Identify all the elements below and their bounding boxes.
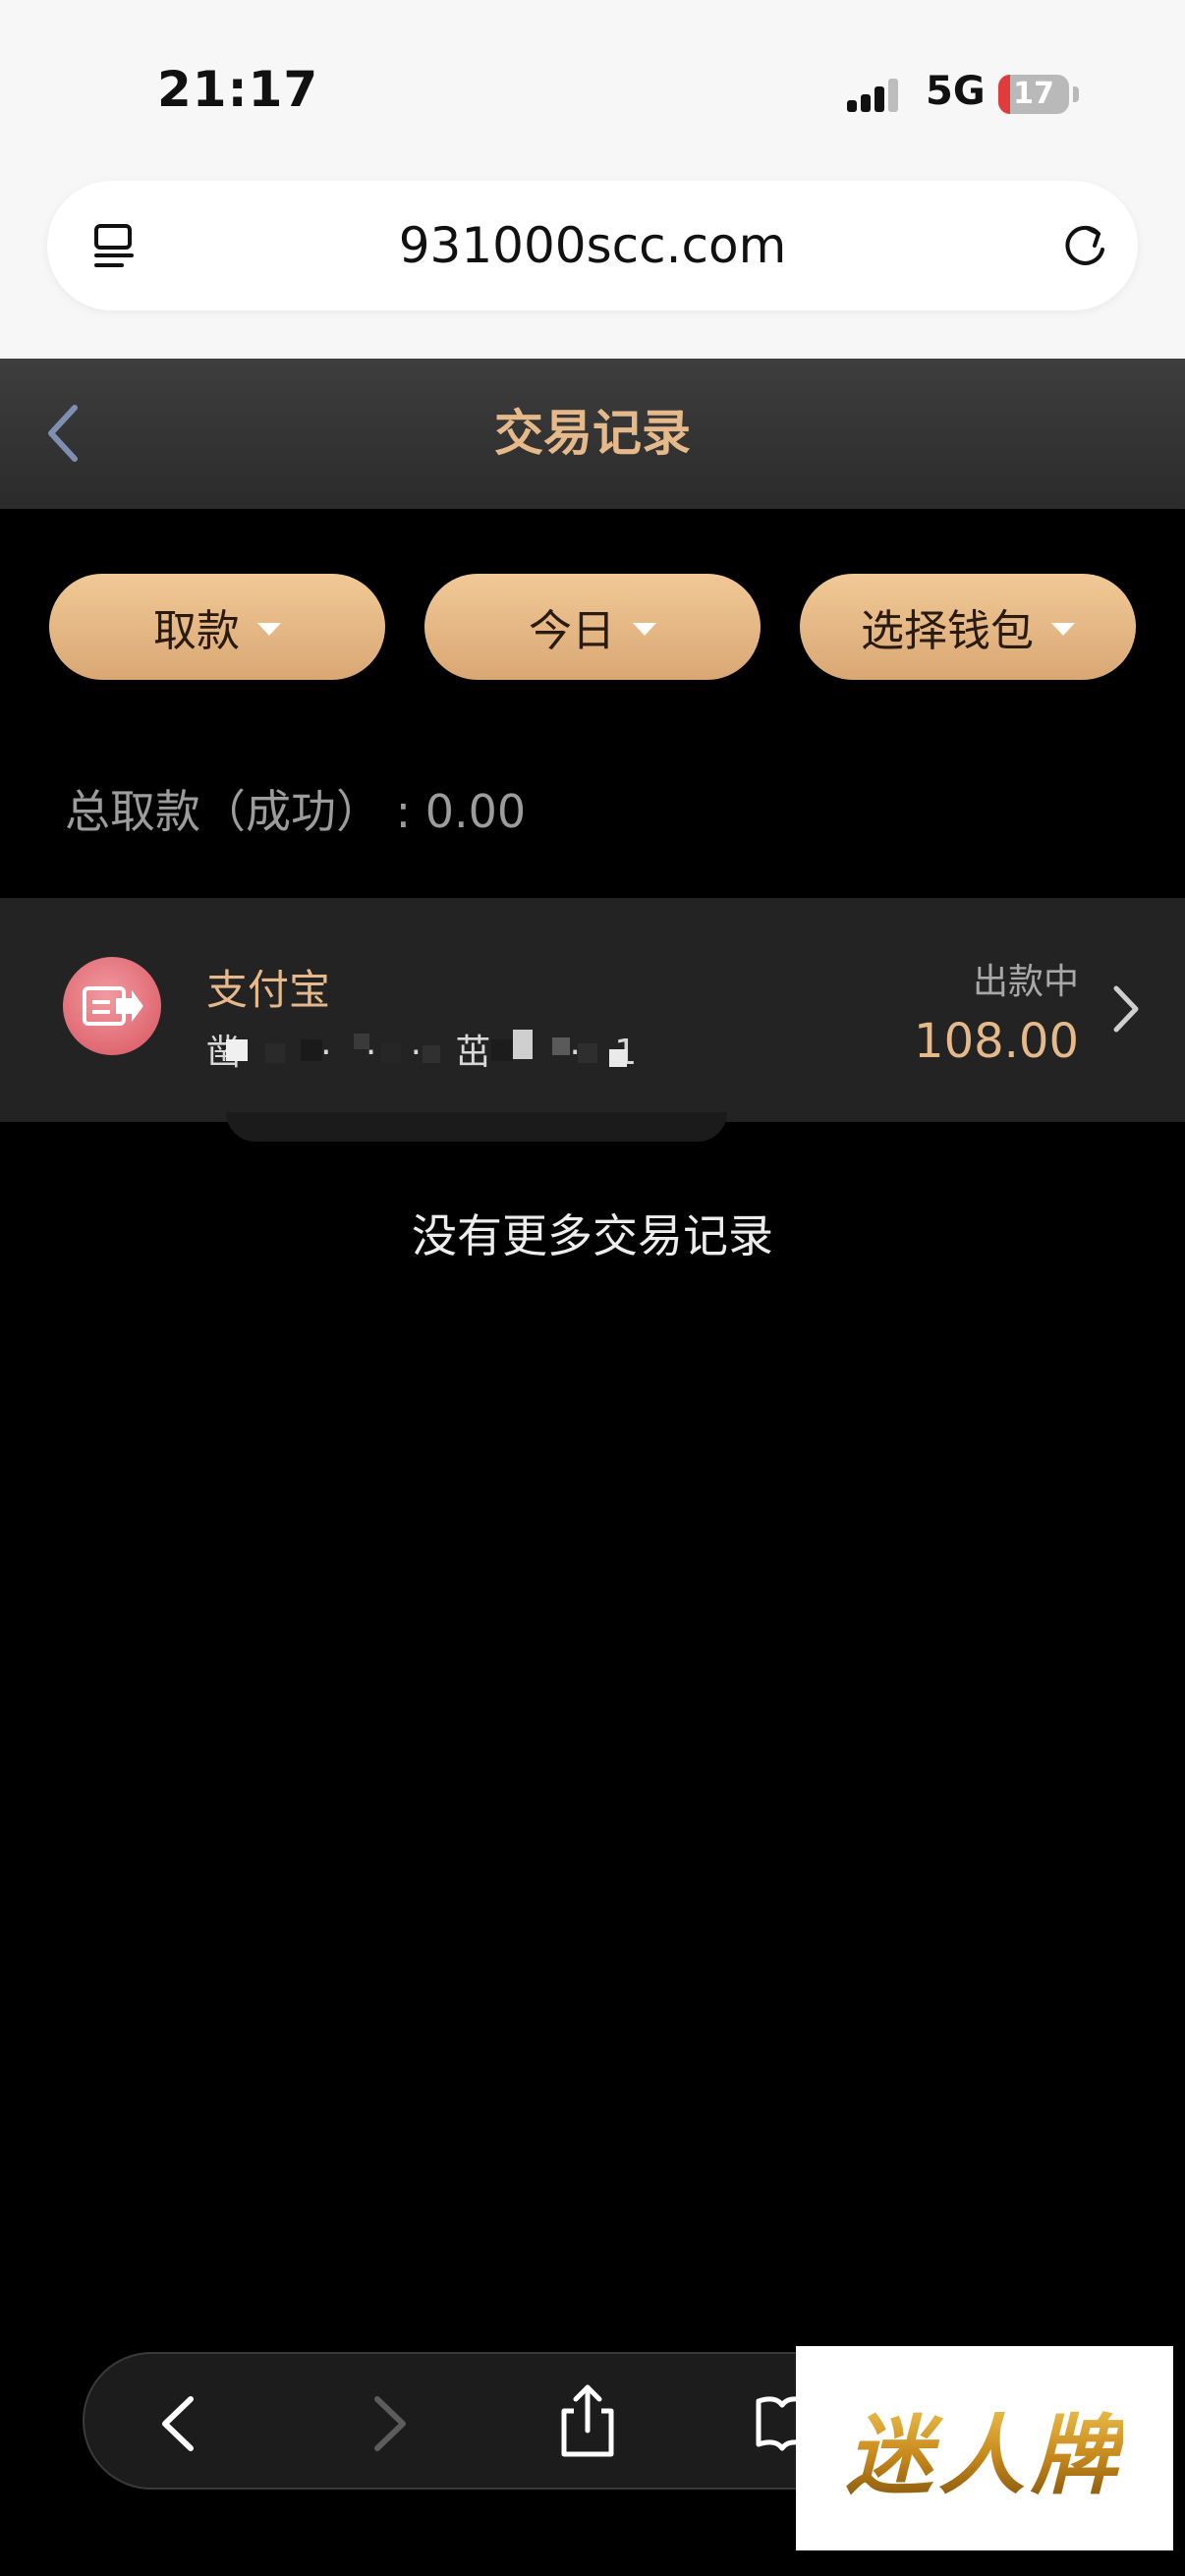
- watermark-logo: 迷人牌: [796, 2346, 1173, 2550]
- transaction-amount: 108.00: [914, 1014, 1079, 1069]
- withdrawal-summary: 总取款（成功） : 0.00: [65, 776, 526, 841]
- summary-label: 总取款（成功）: [65, 785, 381, 838]
- transaction-row[interactable]: 支付宝 凿 · · · · 茁 · · 1 出款中 108.00: [0, 898, 1185, 1122]
- withdrawal-icon: [63, 957, 161, 1055]
- list-end-message: 没有更多交易记录: [412, 1209, 773, 1262]
- battery-icon: 17: [998, 75, 1069, 114]
- chevron-down-icon: [1051, 622, 1075, 636]
- chevron-right-icon[interactable]: [1112, 984, 1140, 1034]
- reload-icon[interactable]: [1059, 220, 1110, 271]
- network-type: 5G: [926, 69, 986, 114]
- browser-forward-icon[interactable]: [369, 2393, 413, 2454]
- filter-wallet-dropdown[interactable]: 选择钱包: [800, 574, 1136, 680]
- battery-tip: [1073, 86, 1079, 102]
- transaction-status: 出款中: [972, 962, 1079, 1002]
- battery-level: 17: [1013, 77, 1054, 111]
- summary-separator: :: [395, 785, 412, 838]
- filter-wallet-label: 选择钱包: [861, 606, 1034, 656]
- transaction-account-masked: 凿 · · · · 茁 · · 1: [206, 1024, 668, 1073]
- browser-back-icon[interactable]: [155, 2393, 198, 2454]
- chevron-down-icon: [257, 622, 281, 636]
- summary-value: 0.00: [424, 785, 527, 838]
- cellular-signal-icon: [847, 79, 898, 112]
- page-title: 交易记录: [494, 405, 691, 462]
- filter-type-dropdown[interactable]: 取款: [49, 574, 385, 680]
- app-header: 交易记录: [0, 359, 1185, 509]
- status-time: 21:17: [157, 61, 319, 118]
- url-text[interactable]: 931000scc.com: [47, 181, 1138, 310]
- watermark-text: 迷人牌: [846, 2386, 1123, 2511]
- address-bar[interactable]: 931000scc.com: [47, 181, 1138, 310]
- redaction-smudge: [226, 1112, 727, 1142]
- transaction-method: 支付宝: [206, 966, 331, 1014]
- filter-date-dropdown[interactable]: 今日: [424, 574, 761, 680]
- chevron-down-icon: [633, 622, 656, 636]
- filter-date-label: 今日: [529, 606, 615, 656]
- filter-type-label: 取款: [153, 606, 240, 656]
- share-icon[interactable]: [556, 2381, 619, 2460]
